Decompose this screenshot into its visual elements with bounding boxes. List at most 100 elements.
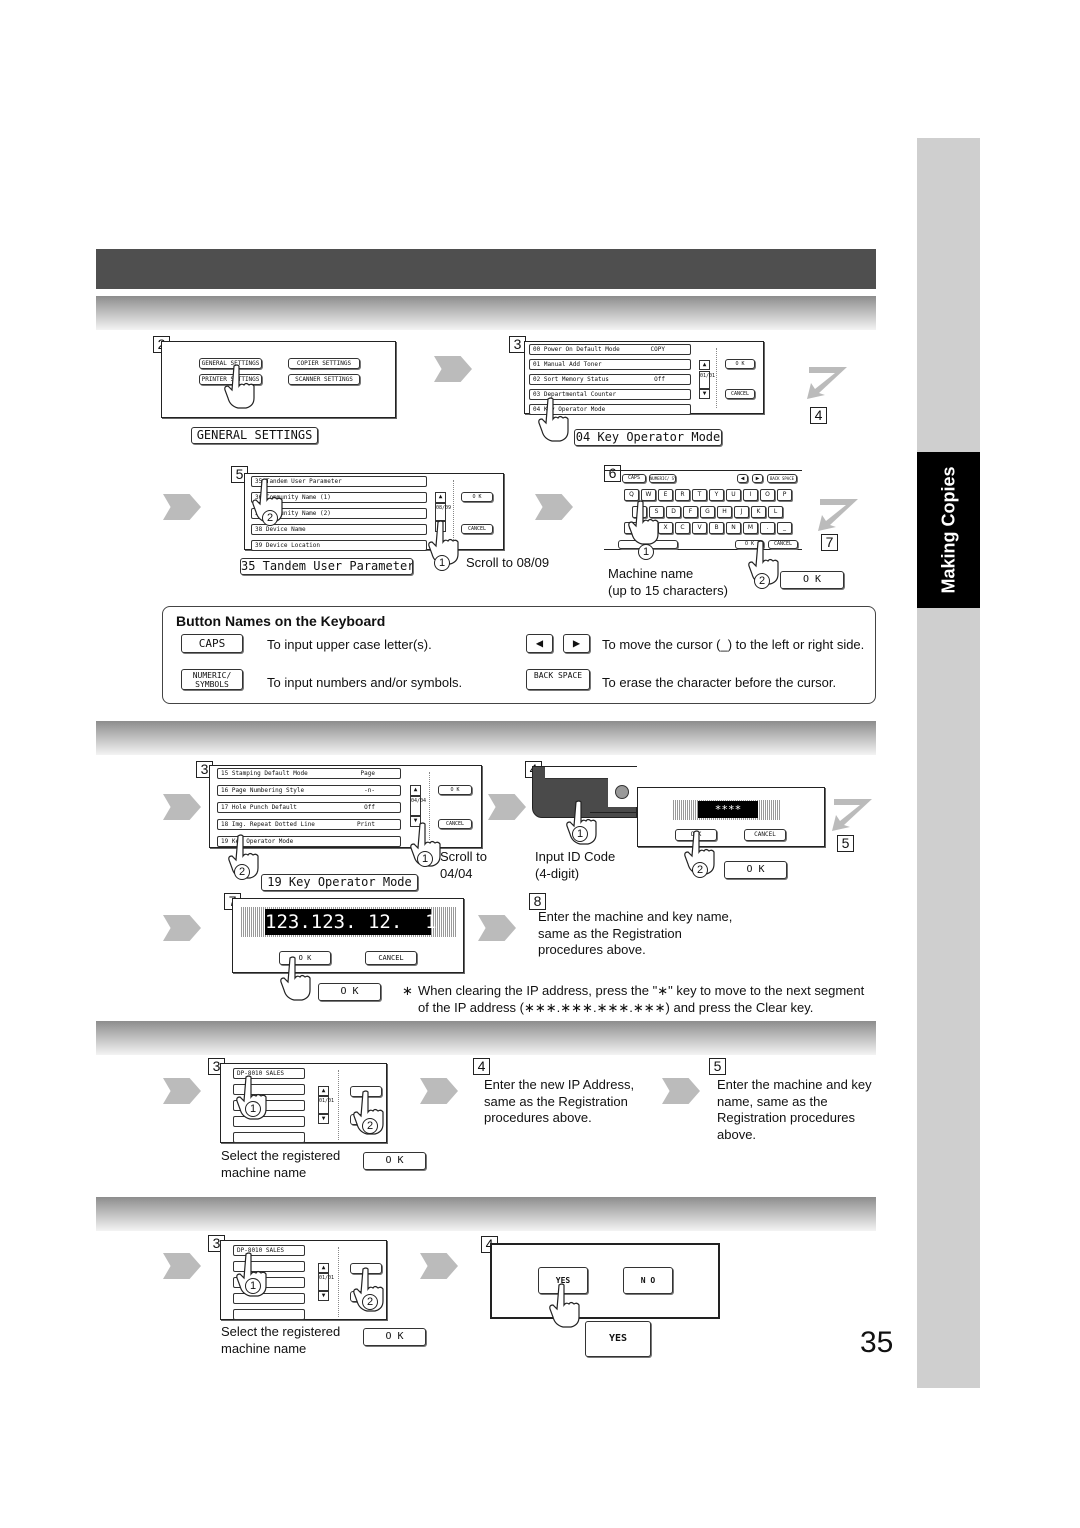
keyboard-key[interactable]: B bbox=[709, 522, 724, 534]
step-marker-2: 2 bbox=[692, 862, 708, 878]
ok-button[interactable]: O K bbox=[725, 359, 755, 369]
keyboard-key[interactable]: N bbox=[726, 522, 741, 534]
section-tab-label: Making Copies bbox=[938, 466, 958, 594]
keyboard-key[interactable]: M bbox=[743, 522, 758, 534]
cancel-button[interactable]: CANCEL bbox=[365, 951, 417, 965]
back-space-key[interactable]: BACK SPACE bbox=[767, 474, 797, 483]
delete-confirm-screen: YES N O bbox=[490, 1243, 720, 1319]
step-marker-2: 2 bbox=[262, 510, 278, 526]
keyboard-key[interactable]: _ bbox=[777, 522, 792, 534]
numeric-symbols-key[interactable]: NUMERIC/ SYMBOLS bbox=[649, 474, 676, 483]
copier-settings-button[interactable]: COPIER SETTINGS bbox=[288, 358, 360, 369]
page-title-bar bbox=[96, 249, 876, 289]
keyboard-key[interactable]: U bbox=[726, 489, 741, 501]
row-value: Off bbox=[654, 376, 665, 383]
step-marker-2: 2 bbox=[754, 573, 770, 589]
pointing-hand-icon bbox=[280, 956, 311, 1001]
keyboard-key[interactable]: V bbox=[692, 522, 707, 534]
cancel-button[interactable]: CANCEL bbox=[725, 389, 755, 399]
keyboard-key[interactable]: H bbox=[717, 506, 732, 518]
cancel-button[interactable]: CANCEL bbox=[461, 524, 493, 534]
continue-down-arrow-icon bbox=[818, 499, 858, 531]
row-label: 16 Page Numbering Style bbox=[221, 787, 305, 794]
back-space-description: To erase the character before the cursor… bbox=[602, 675, 837, 690]
step-marker-1: 1 bbox=[245, 1278, 261, 1294]
scroll-down-icon[interactable]: ▼ bbox=[699, 389, 710, 399]
keyboard-key[interactable]: . bbox=[760, 522, 775, 534]
caps-key[interactable]: CAPS bbox=[622, 474, 646, 483]
keyboard-key[interactable]: G bbox=[700, 506, 715, 518]
list-item[interactable]: 18 Img. Repeat Dotted Line Print bbox=[217, 819, 401, 830]
next-step-arrow-icon bbox=[163, 794, 201, 820]
cursor-keys-description: To move the cursor (_) to the left or ri… bbox=[602, 637, 865, 652]
keyboard-key[interactable]: F bbox=[683, 506, 698, 518]
scroll-up-icon[interactable]: ▲ bbox=[410, 785, 421, 796]
next-step-arrow-icon bbox=[420, 1078, 458, 1104]
next-step-arrow-icon bbox=[434, 356, 472, 382]
cursor-left-key[interactable]: ◀ bbox=[737, 474, 748, 483]
select-machine-note: Select the registered machine name bbox=[221, 1148, 340, 1181]
general-settings-callout: GENERAL SETTINGS bbox=[191, 427, 318, 444]
next-step-arrow-icon bbox=[535, 494, 573, 520]
page-indicator: 01/01 bbox=[699, 371, 715, 389]
keyboard-key[interactable]: R bbox=[675, 489, 690, 501]
list-item[interactable]: 17 Hole Punch Default Off bbox=[217, 802, 401, 813]
keyboard-key[interactable]: K bbox=[751, 506, 766, 518]
step-number: 4 bbox=[810, 407, 827, 424]
step-5-instruction: Enter the machine and key name, same as … bbox=[717, 1077, 872, 1142]
scroll-up-icon[interactable]: ▲ bbox=[435, 492, 446, 503]
step-marker-1: 1 bbox=[417, 851, 433, 867]
list-item[interactable]: 16 Page Numbering Style -n- bbox=[217, 785, 401, 796]
connector-line bbox=[590, 812, 638, 813]
keyboard-key[interactable]: D bbox=[666, 506, 681, 518]
note-line: (4-digit) bbox=[535, 865, 580, 881]
cursor-right-key[interactable]: ▶ bbox=[752, 474, 763, 483]
key-operator-mode-callout: 04 Key Operator Mode bbox=[574, 429, 722, 446]
no-button[interactable]: N O bbox=[623, 1267, 673, 1294]
next-step-arrow-icon bbox=[662, 1078, 700, 1104]
list-item[interactable] bbox=[233, 1132, 305, 1143]
list-item[interactable]: 38 Device Name bbox=[251, 524, 427, 535]
ok-button[interactable]: O K bbox=[461, 492, 493, 502]
keyboard-key[interactable]: J bbox=[734, 506, 749, 518]
list-item[interactable]: 39 Device Location bbox=[251, 540, 427, 551]
list-item[interactable] bbox=[233, 1309, 305, 1320]
page-indicator: 01/01 bbox=[318, 1273, 334, 1291]
caps-key-sample: CAPS bbox=[181, 634, 243, 653]
page-indicator: 08/09 bbox=[435, 503, 451, 521]
keyboard-key[interactable]: C bbox=[675, 522, 690, 534]
scroll-up-icon[interactable]: ▲ bbox=[318, 1086, 329, 1096]
row-value: -n- bbox=[364, 787, 375, 794]
ok-callout: O K bbox=[363, 1328, 426, 1346]
row-value: Page bbox=[360, 770, 375, 777]
list-item[interactable]: 15 Stamping Default Mode Page bbox=[217, 768, 401, 779]
numeric-symbols-key-sample: NUMERIC/ SYMBOLS bbox=[181, 669, 243, 690]
section-bar-change bbox=[96, 1021, 876, 1055]
scroll-up-icon[interactable]: ▲ bbox=[318, 1263, 329, 1273]
scroll-down-icon[interactable]: ▼ bbox=[318, 1114, 329, 1124]
row-label: 17 Hole Punch Default bbox=[221, 804, 297, 811]
keyboard-key[interactable]: P bbox=[777, 489, 792, 501]
scroll-note: Scroll to 04/04 bbox=[440, 849, 487, 882]
note-line: machine name bbox=[221, 1340, 307, 1356]
page-indicator: 01/01 bbox=[318, 1096, 334, 1114]
keyboard-key[interactable]: L bbox=[768, 506, 783, 518]
step-number: 5 bbox=[709, 1058, 726, 1075]
keyboard-key[interactable]: O bbox=[760, 489, 775, 501]
keyboard-key[interactable]: T bbox=[692, 489, 707, 501]
step-number: 7 bbox=[821, 534, 838, 551]
list-item[interactable]: 02 Sort Memory Status Off bbox=[529, 374, 691, 385]
keyboard-key[interactable]: Y bbox=[709, 489, 724, 501]
ok-button[interactable]: O K bbox=[438, 785, 472, 795]
general-settings-screen: GENERAL SETTINGS COPIER SETTINGS PRINTER… bbox=[161, 341, 396, 418]
scroll-up-icon[interactable]: ▲ bbox=[699, 360, 710, 370]
list-item[interactable]: 00 Power On Default Mode COPY bbox=[529, 344, 691, 355]
row-value: Print bbox=[356, 821, 375, 828]
list-item[interactable]: 01 Manual Add Toner bbox=[529, 359, 691, 370]
cancel-button[interactable]: CANCEL bbox=[744, 829, 786, 841]
scanner-settings-button[interactable]: SCANNER SETTINGS bbox=[288, 374, 360, 385]
row-label: 39 Device Location bbox=[255, 542, 321, 549]
scroll-down-icon[interactable]: ▼ bbox=[318, 1291, 329, 1301]
note-line: Select the registered bbox=[221, 1324, 341, 1339]
keyboard-key[interactable]: I bbox=[743, 489, 758, 501]
